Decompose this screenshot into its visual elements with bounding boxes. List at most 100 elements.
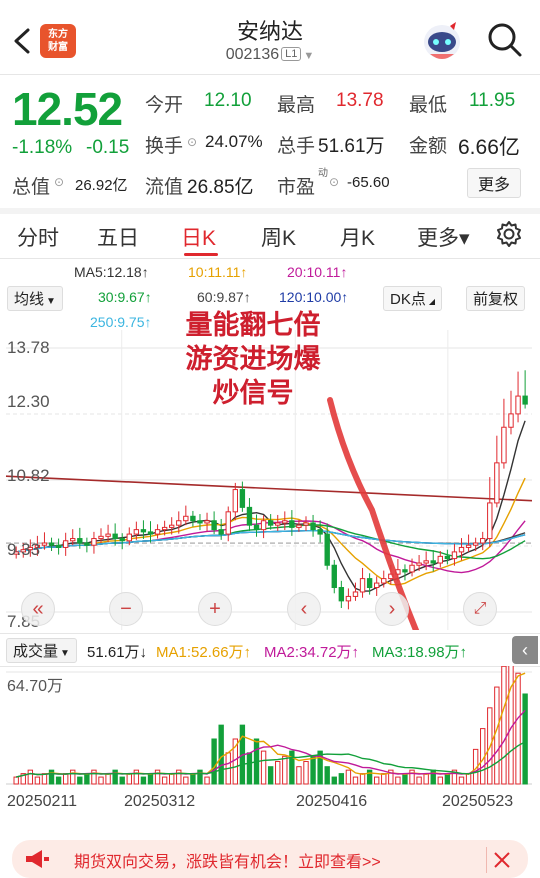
- candle: [197, 520, 203, 524]
- volume-bar: [373, 776, 380, 785]
- tab-more[interactable]: 更多▾: [417, 222, 470, 252]
- candle: [119, 538, 125, 542]
- more-quote-button[interactable]: 更多: [467, 168, 522, 198]
- change-percent: -1.18%: [12, 137, 73, 158]
- info-icon[interactable]: ⊙: [187, 135, 197, 149]
- volume-ma3: MA3:18.98万↑: [372, 644, 468, 661]
- date-label-4: 20250523: [442, 793, 514, 810]
- candle: [465, 544, 472, 548]
- tab-monthly-k[interactable]: 月K: [340, 222, 375, 252]
- market-cap-value: 26.92亿: [75, 177, 128, 194]
- volume-bar: [501, 666, 507, 785]
- tab-intraday[interactable]: 分时: [17, 222, 59, 252]
- candle: [176, 520, 182, 526]
- candle: [501, 426, 507, 464]
- volume-bar: [303, 760, 309, 785]
- close-icon[interactable]: [486, 847, 512, 873]
- volume-value: 51.61万: [318, 136, 385, 157]
- info-icon[interactable]: ⊙: [329, 175, 339, 189]
- corner-triangle-icon: ◢: [428, 297, 435, 306]
- zoom-in-icon[interactable]: +: [198, 592, 232, 626]
- volume-bar: [169, 773, 175, 785]
- promo-banner-text[interactable]: 期货双向交易，涨跌皆有机会！立即查看>>: [74, 848, 381, 872]
- candle: [84, 542, 90, 546]
- volume-bar: [161, 776, 168, 785]
- candle: [296, 524, 302, 528]
- volume-bar: [395, 776, 401, 785]
- volume-bar: [105, 773, 111, 785]
- volume-total: 51.61万↓: [87, 644, 148, 661]
- y-axis-label-2: 12.30: [7, 392, 50, 411]
- candle: [437, 555, 443, 564]
- candle: [267, 520, 274, 526]
- annotation-line-1: 量能翻七倍: [185, 310, 321, 340]
- ma250-value: 250:9.75↑: [90, 314, 152, 330]
- candle: [126, 533, 132, 542]
- volume-label: 总手: [277, 136, 316, 157]
- volume-bar: [359, 773, 366, 785]
- volume-indicator-select[interactable]: 成交量 ▼: [6, 638, 77, 663]
- tab-daily-k[interactable]: 日K: [181, 222, 216, 252]
- rewind-icon[interactable]: «: [21, 592, 55, 626]
- candle: [225, 511, 231, 535]
- candle: [444, 555, 451, 560]
- adjust-price-button[interactable]: 前复权: [466, 286, 526, 311]
- pe-value: -65.60: [347, 174, 390, 191]
- high-value: 13.78: [336, 90, 384, 111]
- annotation-line-3: 炒信号: [212, 378, 294, 408]
- candle: [338, 587, 345, 602]
- volume-bar: [282, 755, 288, 785]
- ma120-value: 120:10.00↑: [279, 289, 349, 305]
- active-tab-indicator: [184, 253, 218, 256]
- indicator-select[interactable]: 均线 ▼: [7, 286, 63, 311]
- robot-assistant-icon[interactable]: [420, 20, 464, 62]
- volume-bar: [458, 776, 465, 785]
- high-label: 最高: [277, 95, 316, 116]
- next-icon[interactable]: ›: [375, 592, 409, 626]
- candle: [359, 578, 366, 593]
- dk-point-button[interactable]: DK点 ◢: [383, 286, 442, 311]
- collapse-panel-button[interactable]: ‹: [512, 636, 538, 664]
- candle: [239, 489, 246, 508]
- volume-bar: [119, 776, 125, 785]
- prev-icon[interactable]: ‹: [287, 592, 321, 626]
- tab-weekly-k[interactable]: 周K: [261, 222, 296, 252]
- volume-bar: [41, 773, 48, 785]
- volume-chart[interactable]: [0, 666, 540, 790]
- low-label: 最低: [409, 95, 448, 116]
- candle: [282, 520, 288, 524]
- pe-label: 市盈: [277, 177, 316, 198]
- fullscreen-icon[interactable]: ⤢: [463, 592, 497, 626]
- candle: [41, 542, 48, 546]
- volume-bar: [465, 773, 472, 785]
- volume-bar: [522, 693, 528, 785]
- candle: [303, 522, 309, 526]
- search-icon[interactable]: [487, 22, 523, 58]
- candle: [48, 542, 55, 546]
- pe-dynamic-tag: 动: [318, 168, 328, 179]
- current-price: 12.52: [12, 83, 123, 135]
- volume-bar: [260, 750, 267, 785]
- volume-bar: [324, 766, 330, 785]
- candle: [190, 515, 196, 522]
- candle: [289, 520, 295, 528]
- tab-five-day[interactable]: 五日: [97, 222, 139, 252]
- candle: [105, 533, 111, 537]
- candle: [91, 538, 97, 546]
- volume-bar: [515, 672, 521, 785]
- candle: [423, 560, 429, 564]
- low-value: 11.95: [469, 90, 516, 111]
- zoom-out-icon[interactable]: −: [109, 592, 143, 626]
- volume-bar: [444, 773, 451, 785]
- ma20-value: 20:10.11↑: [287, 264, 348, 280]
- candle: [246, 506, 253, 526]
- candle: [147, 531, 154, 535]
- info-icon[interactable]: ⊙: [54, 175, 64, 189]
- gear-icon[interactable]: [495, 220, 523, 248]
- date-label-2: 20250312: [124, 793, 196, 810]
- candle: [112, 533, 118, 540]
- turnover-label: 换手: [145, 136, 184, 157]
- candle: [352, 591, 359, 597]
- volume-bar: [183, 776, 189, 785]
- volume-bar: [190, 773, 196, 785]
